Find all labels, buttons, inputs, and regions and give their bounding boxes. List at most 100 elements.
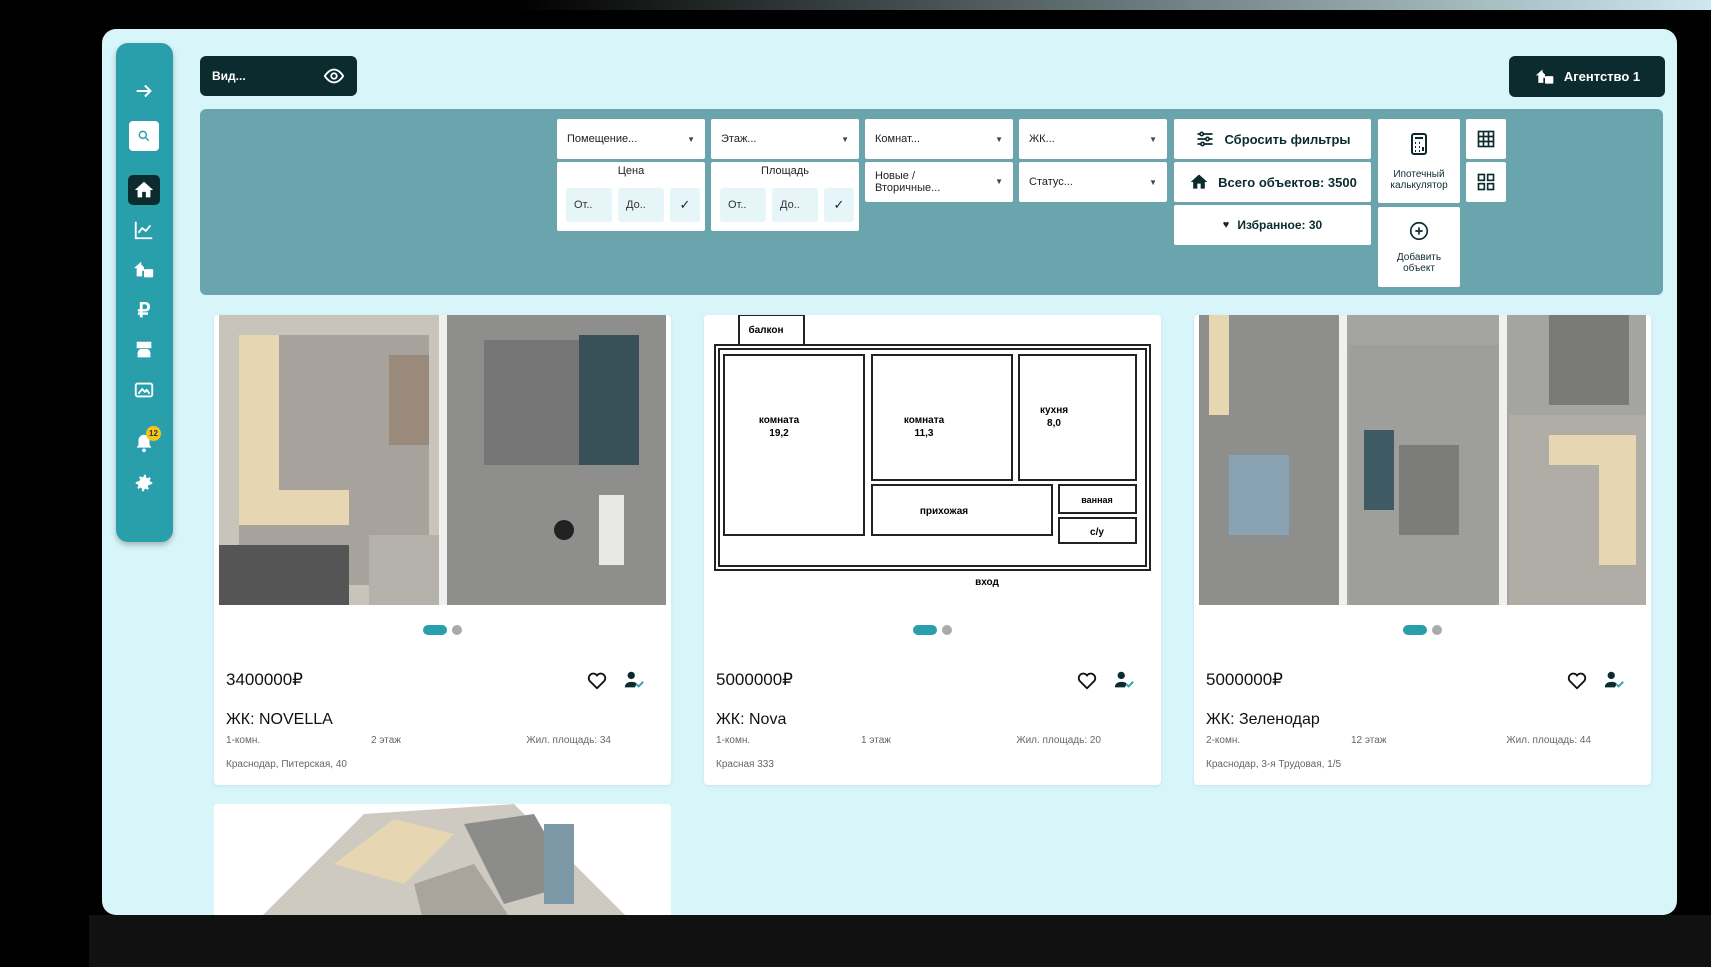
plan-label-bath: ванная <box>1081 495 1113 505</box>
area-range-title: Площадь <box>761 165 809 177</box>
favorites-label: Избранное: 30 <box>1237 218 1323 232</box>
assign-agent-icon[interactable] <box>1112 669 1136 691</box>
plan-label-hall: прихожая <box>920 506 968 517</box>
settings-gear-icon[interactable] <box>126 467 162 499</box>
price-from-input[interactable]: От.. <box>566 188 612 222</box>
sliders-icon <box>1197 131 1213 147</box>
listing-area: Жил. площадь: 20 <box>1016 735 1101 746</box>
area-to-input[interactable]: До.. <box>772 188 818 222</box>
table-view-icon[interactable] <box>1466 119 1506 159</box>
rooms-dropdown[interactable]: Комнат... ▼ <box>865 119 1013 159</box>
notifications-badge: 12 <box>146 426 161 441</box>
plan-label-kitchen: кухня <box>1040 405 1068 416</box>
listing-address: Красная 333 <box>716 759 774 770</box>
floor-dropdown[interactable]: Этаж... ▼ <box>711 119 859 159</box>
listing-card[interactable]: 5000000₽ ЖК: Зеленодар 2-комн. 12 этаж Ж… <box>1194 315 1651 785</box>
favorites-button[interactable]: ♥ Избранное: 30 <box>1174 205 1371 245</box>
area-range-filter: Площадь От.. До.. ✓ <box>711 162 859 231</box>
plan-label-room2-area: 11,3 <box>915 428 934 439</box>
plan-label-kitchen-area: 8,0 <box>1047 418 1061 429</box>
apartment-3d-render-image <box>219 315 666 605</box>
search-icon[interactable] <box>129 121 159 151</box>
total-objects-button[interactable]: Всего объектов: 3500 <box>1174 162 1371 202</box>
gallery-icon[interactable] <box>126 374 162 406</box>
plus-circle-icon <box>1409 221 1429 241</box>
listing-rooms: 1-комн. <box>226 735 261 746</box>
image-carousel-dots[interactable] <box>214 625 671 635</box>
plan-label-room1: комната <box>759 415 800 426</box>
filter-panel: Помещение... ▼ Этаж... ▼ Комнат... ▼ ЖК... ▼… <box>200 109 1663 295</box>
plan-label-wc: с/у <box>1090 527 1104 538</box>
home-icon[interactable] <box>128 175 160 205</box>
add-object-button[interactable]: Добавить объект <box>1378 207 1460 287</box>
assign-agent-icon[interactable] <box>622 669 646 691</box>
total-objects-label: Всего объектов: 3500 <box>1218 174 1357 190</box>
carousel-dot[interactable] <box>942 625 952 635</box>
image-carousel-dots[interactable] <box>704 625 1161 635</box>
apartment-3d-render-image <box>214 804 671 915</box>
listing-floor: 2 этаж <box>371 735 401 746</box>
assign-agent-icon[interactable] <box>1602 669 1626 691</box>
heart-outline-icon[interactable] <box>585 669 609 691</box>
app-window: ₽ 12 Вид... Агентство 1 Помещение... ▼ Эт… <box>102 29 1677 915</box>
analytics-chart-icon[interactable] <box>126 214 162 246</box>
eye-icon <box>323 68 345 84</box>
caret-down-icon: ▼ <box>1149 177 1157 187</box>
apartment-3d-render-image <box>1199 315 1646 605</box>
price-apply-check-icon[interactable]: ✓ <box>670 188 700 222</box>
listing-rooms: 2-комн. <box>1206 735 1241 746</box>
carousel-dot[interactable] <box>913 625 937 635</box>
listing-complex: ЖК: Зеленодар <box>1206 711 1320 728</box>
premises-dropdown[interactable]: Помещение... ▼ <box>557 119 705 159</box>
listing-price: 5000000₽ <box>1206 670 1283 689</box>
listing-price: 3400000₽ <box>226 670 303 689</box>
new-secondary-dropdown[interactable]: Новые / Вторичные... ▼ <box>865 162 1013 202</box>
listing-card[interactable]: 3400000₽ ЖК: NOVELLA 1-комн. 2 этаж Жил.… <box>214 315 671 785</box>
price-to-input[interactable]: До.. <box>618 188 664 222</box>
plan-label-balcony: балкон <box>748 324 783 336</box>
education-icon[interactable] <box>126 334 162 366</box>
carousel-dot[interactable] <box>423 625 447 635</box>
view-select[interactable]: Вид... <box>200 56 357 96</box>
agency-buildings-icon <box>1535 69 1554 84</box>
price-range-filter: Цена От.. До.. ✓ <box>557 162 705 231</box>
caret-down-icon: ▼ <box>1149 134 1157 144</box>
price-range-title: Цена <box>617 165 645 177</box>
floor-dropdown-label: Этаж... <box>721 133 757 145</box>
premises-dropdown-label: Помещение... <box>567 133 638 145</box>
grid-view-icon[interactable] <box>1466 162 1506 202</box>
agency-label: Агентство 1 <box>1563 69 1641 84</box>
add-object-label: Добавить объект <box>1396 252 1442 274</box>
plan-label-entry: вход <box>975 577 999 588</box>
image-carousel-dots[interactable] <box>1194 625 1651 635</box>
expand-sidebar-arrow-icon[interactable] <box>126 75 162 107</box>
area-from-input[interactable]: От.. <box>720 188 766 222</box>
heart-icon: ♥ <box>1222 219 1230 231</box>
reset-filters-button[interactable]: Сбросить фильтры <box>1174 119 1371 159</box>
complex-dropdown[interactable]: ЖК... ▼ <box>1019 119 1167 159</box>
mortgage-calculator-button[interactable]: Ипотечный калькулятор <box>1378 119 1460 203</box>
new-secondary-dropdown-label: Новые / Вторичные... <box>875 169 941 194</box>
bottom-bar <box>89 915 1711 967</box>
listing-address: Краснодар, Питерская, 40 <box>226 759 347 770</box>
ruble-icon[interactable]: ₽ <box>126 294 162 326</box>
heart-outline-icon[interactable] <box>1075 669 1099 691</box>
heart-outline-icon[interactable] <box>1565 669 1589 691</box>
listing-card[interactable]: балкон комната 19,2 комната 11,3 кухня 8… <box>704 315 1161 785</box>
agency-button[interactable]: Агентство 1 <box>1509 56 1665 97</box>
status-dropdown[interactable]: Статус... ▼ <box>1019 162 1167 202</box>
reset-filters-label: Сбросить фильтры <box>1224 131 1351 147</box>
view-select-label: Вид... <box>212 69 246 83</box>
listing-card[interactable] <box>214 804 671 915</box>
caret-down-icon: ▼ <box>995 176 1003 186</box>
area-apply-check-icon[interactable]: ✓ <box>824 188 854 222</box>
listing-address: Краснодар, 3-я Трудовая, 1/5 <box>1206 759 1342 770</box>
notifications-bell-icon[interactable]: 12 <box>126 426 162 459</box>
listing-area: Жил. площадь: 34 <box>526 735 611 746</box>
agency-buildings-icon[interactable] <box>126 254 162 286</box>
carousel-dot[interactable] <box>1432 625 1442 635</box>
carousel-dot[interactable] <box>1403 625 1427 635</box>
sidebar: ₽ 12 <box>116 43 173 542</box>
home-icon <box>1190 174 1208 189</box>
carousel-dot[interactable] <box>452 625 462 635</box>
